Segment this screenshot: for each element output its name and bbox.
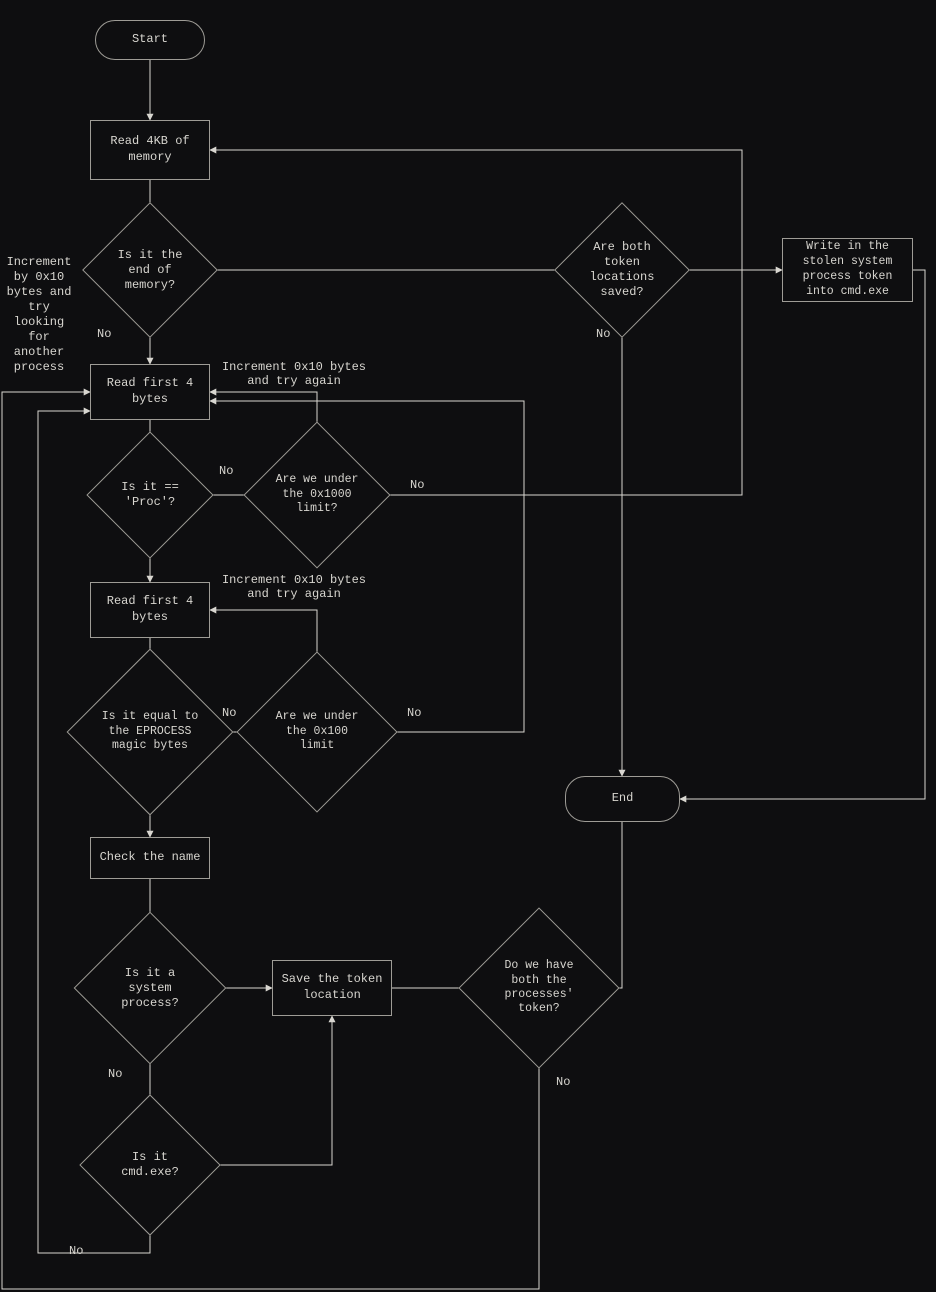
node-write-token: Write in the stolen system process token… [782,238,913,302]
node-check-name: Check the name [90,837,210,879]
node-read-first-1: Read first 4 bytes [90,364,210,420]
label-inc-0x100: Increment 0x10 bytes and try again [214,573,374,601]
flowchart-edges [0,0,936,1292]
node-read-first-2: Read first 4 bytes [90,582,210,638]
label-haveboth-no: No [556,1075,570,1089]
node-is-system-label: Is it a system process? [96,934,204,1042]
label-under1000-no: No [410,478,424,492]
node-is-eprocess: Is it equal to the EPROCESS magic bytes [91,673,209,791]
node-is-cmd-label: Is it cmd.exe? [100,1115,200,1215]
label-iscmd-no: No [69,1244,83,1258]
node-is-eprocess-label: Is it equal to the EPROCESS magic bytes [91,673,209,791]
node-have-both-label: Do we have both the processes' token? [482,931,596,1045]
node-under-0x1000-label: Are we under the 0x1000 limit? [265,443,369,547]
label-isproc-no: No [219,464,233,478]
label-endofmem-no: No [97,327,111,341]
node-end-of-memory: Is it the end of memory? [102,222,198,318]
node-is-proc-label: Is it == 'Proc'? [105,450,195,540]
label-inc-process: Increment by 0x10 bytes and try looking … [4,255,74,375]
label-issystem-no: No [108,1067,122,1081]
label-inc-0x1000: Increment 0x10 bytes and try again [214,360,374,388]
node-under-0x100: Are we under the 0x100 limit [260,675,374,789]
node-under-0x1000: Are we under the 0x1000 limit? [265,443,369,547]
node-under-0x100-label: Are we under the 0x100 limit [260,675,374,789]
node-have-both: Do we have both the processes' token? [482,931,596,1045]
node-is-proc: Is it == 'Proc'? [105,450,195,540]
node-both-saved-label: Are both token locations saved? [574,222,670,318]
node-end-of-memory-label: Is it the end of memory? [102,222,198,318]
node-save-token: Save the token location [272,960,392,1016]
node-start: Start [95,20,205,60]
label-under100-no: No [407,706,421,720]
node-both-saved: Are both token locations saved? [574,222,670,318]
node-read-4kb: Read 4KB of memory [90,120,210,180]
node-is-cmd: Is it cmd.exe? [100,1115,200,1215]
label-eprocess-no: No [222,706,236,720]
label-bothsaved-no: No [596,327,610,341]
node-end: End [565,776,680,822]
node-is-system: Is it a system process? [96,934,204,1042]
